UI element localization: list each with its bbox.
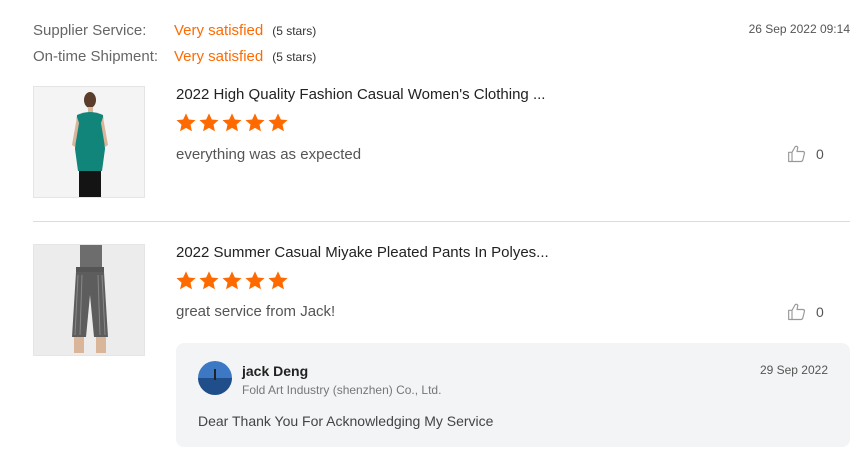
avatar: [198, 361, 232, 395]
like-count-1: 0: [816, 146, 824, 162]
green-sleeveless-top-model-photo-icon: [34, 87, 144, 197]
like-button-1[interactable]: 0: [787, 144, 824, 164]
star-icon: [199, 113, 219, 132]
star-icon: [245, 271, 265, 290]
star-icon: [176, 271, 196, 290]
star-icon: [268, 271, 288, 290]
product-title-2[interactable]: 2022 Summer Casual Miyake Pleated Pants …: [176, 244, 549, 261]
like-count-2: 0: [816, 304, 824, 320]
star-icon: [199, 271, 219, 290]
review-comment-1: everything was as expected: [176, 146, 362, 163]
star-icon: [222, 113, 242, 132]
product-title-1[interactable]: 2022 High Quality Fashion Casual Women's…: [176, 86, 545, 103]
product-image-1[interactable]: [33, 86, 145, 198]
review-comment-2: great service from Jack!: [176, 303, 336, 320]
star-icon: [176, 113, 196, 132]
like-button-2[interactable]: 0: [787, 302, 824, 322]
gray-pleated-pants-model-photo-icon: [34, 245, 144, 355]
star-icon: [245, 113, 265, 132]
on-time-shipment-label: On-time Shipment:: [33, 48, 159, 65]
star-icon: [268, 113, 288, 132]
supplier-service-label: Supplier Service:: [33, 22, 147, 39]
supplier-service-rating: Supplier Service: Very satisfied (5 star…: [33, 22, 316, 39]
supplier-reply: jack Deng Fold Art Industry (shenzhen) C…: [176, 343, 850, 447]
on-time-shipment-rating: On-time Shipment: Very satisfied (5 star…: [33, 48, 316, 65]
review-divider: [33, 221, 850, 222]
supplier-service-value: Very satisfied: [174, 22, 264, 39]
supplier-service-stars-note: (5 stars): [272, 23, 317, 38]
star-rating-2: [175, 270, 289, 292]
thumbs-up-icon: [788, 303, 806, 321]
avatar-icon: [198, 361, 232, 395]
reply-author-name: jack Deng: [242, 363, 309, 379]
reply-company-name: Fold Art Industry (shenzhen) Co., Ltd.: [242, 383, 442, 397]
reply-text: Dear Thank You For Acknowledging My Serv…: [198, 413, 494, 429]
star-rating-1: [175, 112, 289, 134]
product-image-2[interactable]: [33, 244, 145, 356]
review-date: 26 Sep 2022 09:14: [748, 22, 850, 36]
reply-date: 29 Sep 2022: [759, 363, 828, 377]
thumbs-up-icon: [788, 145, 806, 163]
star-icon: [222, 271, 242, 290]
on-time-shipment-stars-note: (5 stars): [272, 49, 317, 64]
on-time-shipment-value: Very satisfied: [174, 48, 264, 65]
